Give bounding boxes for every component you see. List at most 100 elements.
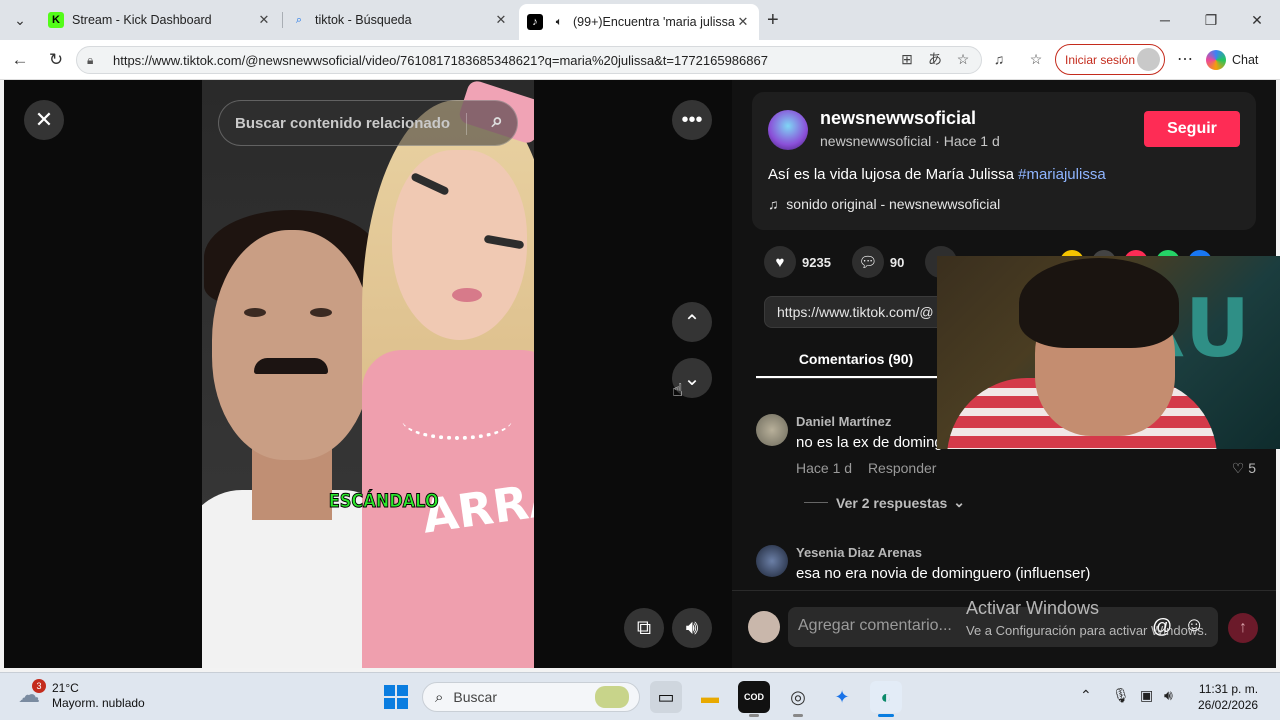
- new-tab-button[interactable]: +: [767, 8, 779, 32]
- close-icon[interactable]: ✕: [256, 12, 272, 28]
- comment-like-count: 5: [1248, 460, 1256, 476]
- site-info-icon[interactable]: 🔒︎: [87, 53, 103, 68]
- comment-meta: Hace 1 d Responder: [796, 460, 936, 476]
- commenter-avatar[interactable]: [756, 414, 788, 446]
- comment-text: esa no era novia de dominguero (influens…: [796, 565, 1091, 582]
- extensions-icon[interactable]: ♫: [988, 47, 1010, 71]
- close-video-button[interactable]: ✕: [24, 100, 64, 140]
- url-input[interactable]: 🔒︎ https://www.tiktok.com/@newsnewwsofic…: [76, 46, 982, 74]
- divider: [804, 502, 828, 503]
- close-icon[interactable]: ✕: [493, 12, 509, 28]
- curly-hair: [1019, 258, 1179, 348]
- tab-title: (99+)Encuentra 'maria julissa': [573, 15, 735, 29]
- close-icon[interactable]: ✕: [735, 14, 751, 30]
- app-available-icon[interactable]: ⊞: [896, 47, 918, 71]
- file-explorer-icon[interactable]: ▬: [694, 681, 726, 713]
- obs-icon[interactable]: ◎: [782, 681, 814, 717]
- follow-button[interactable]: Seguir: [1144, 111, 1240, 147]
- video-area: ARRA ESCÁNDALO Buscar contenido relacion…: [4, 80, 732, 668]
- more-options-icon[interactable]: •••: [672, 100, 712, 140]
- view-replies-button[interactable]: Ver 2 respuestas ⌄: [804, 494, 965, 511]
- volume-icon[interactable]: 🔊︎: [672, 608, 712, 648]
- tab-tiktok-video[interactable]: ♪ 🔈︎ (99+)Encuentra 'maria julissa' ✕: [519, 4, 759, 40]
- search-icon: ⌕: [435, 688, 444, 706]
- maximize-icon[interactable]: ❐: [1196, 8, 1226, 32]
- tab-comments[interactable]: Comentarios (90): [756, 340, 956, 378]
- author-handle[interactable]: newsnewwsoficial: [820, 108, 976, 129]
- sign-in-button[interactable]: Iniciar sesión: [1055, 44, 1165, 75]
- windows-activation-watermark: Activar Windows Ve a Configuración para …: [966, 598, 1207, 638]
- author-avatar[interactable]: [768, 110, 808, 150]
- task-view-icon[interactable]: ▭: [650, 681, 682, 713]
- url-text: https://www.tiktok.com/@newsnewwsoficial…: [113, 52, 768, 68]
- eye: [244, 308, 266, 317]
- heart-icon[interactable]: ♥: [764, 246, 796, 278]
- window-close-icon[interactable]: ✕: [1242, 8, 1272, 32]
- call-of-duty-icon[interactable]: COD: [738, 681, 770, 717]
- favorites-icon[interactable]: ☆: [1025, 47, 1047, 71]
- related-search-input[interactable]: Buscar contenido relacionado ⌕: [218, 100, 518, 146]
- hashtag-link[interactable]: #mariajulissa: [1018, 166, 1106, 183]
- app-icon[interactable]: ✦: [826, 681, 858, 713]
- edge-icon[interactable]: ◐: [870, 681, 902, 717]
- watermark-subtitle: Ve a Configuración para activar Windows.: [966, 623, 1208, 638]
- heart-outline-icon: ♡: [1231, 460, 1245, 476]
- commenter-avatar[interactable]: [756, 545, 788, 577]
- description-text: Así es la vida lujosa de María Julissa: [768, 166, 1014, 183]
- tab-title: tiktok - Búsqueda: [315, 13, 412, 27]
- taskbar-search[interactable]: ⌕ Buscar: [422, 682, 640, 712]
- more-options-icon[interactable]: ⋯: [1174, 48, 1196, 72]
- favorite-star-icon[interactable]: ☆: [952, 47, 974, 71]
- miniplayer-icon[interactable]: ⧉: [624, 608, 664, 648]
- microphone-icon[interactable]: 🎙︎: [1112, 687, 1130, 704]
- kick-icon: K: [48, 12, 64, 28]
- reply-button[interactable]: Responder: [868, 460, 937, 476]
- copilot-icon: [1206, 50, 1226, 70]
- send-arrow-up-icon[interactable]: ↑: [1228, 613, 1258, 643]
- like-count: 9235: [802, 254, 831, 270]
- volume-icon[interactable]: 🔊︎: [1164, 687, 1173, 704]
- system-clock[interactable]: 11:31 p. m. 26/02/2026: [1198, 681, 1258, 713]
- commenter-name[interactable]: Daniel Martínez: [796, 414, 891, 429]
- windows-taskbar: ☁ 3 21°C Mayorm. nublado ⌕ Buscar ▭ ▬ CO…: [0, 672, 1280, 720]
- sound-link[interactable]: ♫ sonido original - newsnewwsoficial: [768, 196, 1000, 212]
- weather-widget[interactable]: ☁ 3 21°C Mayorm. nublado: [18, 679, 145, 711]
- active-indicator: [878, 714, 894, 717]
- pearl-necklace: [402, 400, 512, 440]
- speaker-icon[interactable]: 🔈︎: [551, 14, 567, 30]
- hand-cursor-icon: ☝︎: [672, 380, 683, 400]
- taskbar-search-label: Buscar: [453, 689, 497, 705]
- refresh-icon[interactable]: ↻: [44, 48, 68, 72]
- clock-date: 26/02/2026: [1198, 698, 1259, 712]
- chat-label: Chat: [1232, 53, 1259, 67]
- tab-actions-menu-icon[interactable]: ⌄: [8, 8, 32, 32]
- tab-title: Stream - Kick Dashboard: [72, 13, 212, 27]
- comment-icon[interactable]: 💬︎: [851, 246, 884, 278]
- temperature: 21°C: [52, 681, 79, 695]
- commenter-name[interactable]: Yesenia Diaz Arenas: [796, 545, 922, 560]
- search-icon[interactable]: ⌕: [492, 110, 503, 133]
- post-actions: ♥ 9235 💬︎ 90 ▯: [764, 246, 958, 278]
- divider: [466, 113, 467, 135]
- user-avatar: [748, 611, 780, 643]
- comment-count: 90: [889, 254, 905, 270]
- cloud-icon: ☁ 3: [18, 679, 46, 710]
- copilot-chat-button[interactable]: Chat: [1206, 48, 1258, 72]
- previous-video-chevron-up-icon[interactable]: ⌃: [672, 302, 712, 342]
- chevron-up-icon[interactable]: ⌃: [1080, 687, 1092, 704]
- clock-time: 11:31 p. m.: [1198, 682, 1259, 696]
- browser-tab-bar: ⌄ K Stream - Kick Dashboard ✕ ⌕ tiktok -…: [0, 0, 1280, 40]
- translate-icon[interactable]: あ: [924, 47, 946, 71]
- minimize-icon[interactable]: ─: [1150, 8, 1180, 32]
- video-player[interactable]: ARRA ESCÁNDALO: [202, 80, 534, 668]
- woman-figure: ARRA: [362, 80, 534, 668]
- sound-name: sonido original - newsnewwsoficial: [786, 196, 1001, 212]
- windows-start-icon[interactable]: [384, 685, 408, 709]
- video-caption: ESCÁNDALO: [328, 490, 439, 513]
- comment-like-button[interactable]: ♡ 5: [1232, 460, 1256, 477]
- back-arrow-icon[interactable]: ←: [8, 48, 32, 72]
- tab-kick-dashboard[interactable]: K Stream - Kick Dashboard ✕: [40, 6, 280, 34]
- author-subtitle: newsnewwsoficial · Hace 1 d: [820, 133, 1000, 149]
- tab-tiktok-search[interactable]: ⌕ tiktok - Búsqueda ✕: [283, 6, 517, 34]
- network-icon[interactable]: ▣: [1140, 687, 1153, 704]
